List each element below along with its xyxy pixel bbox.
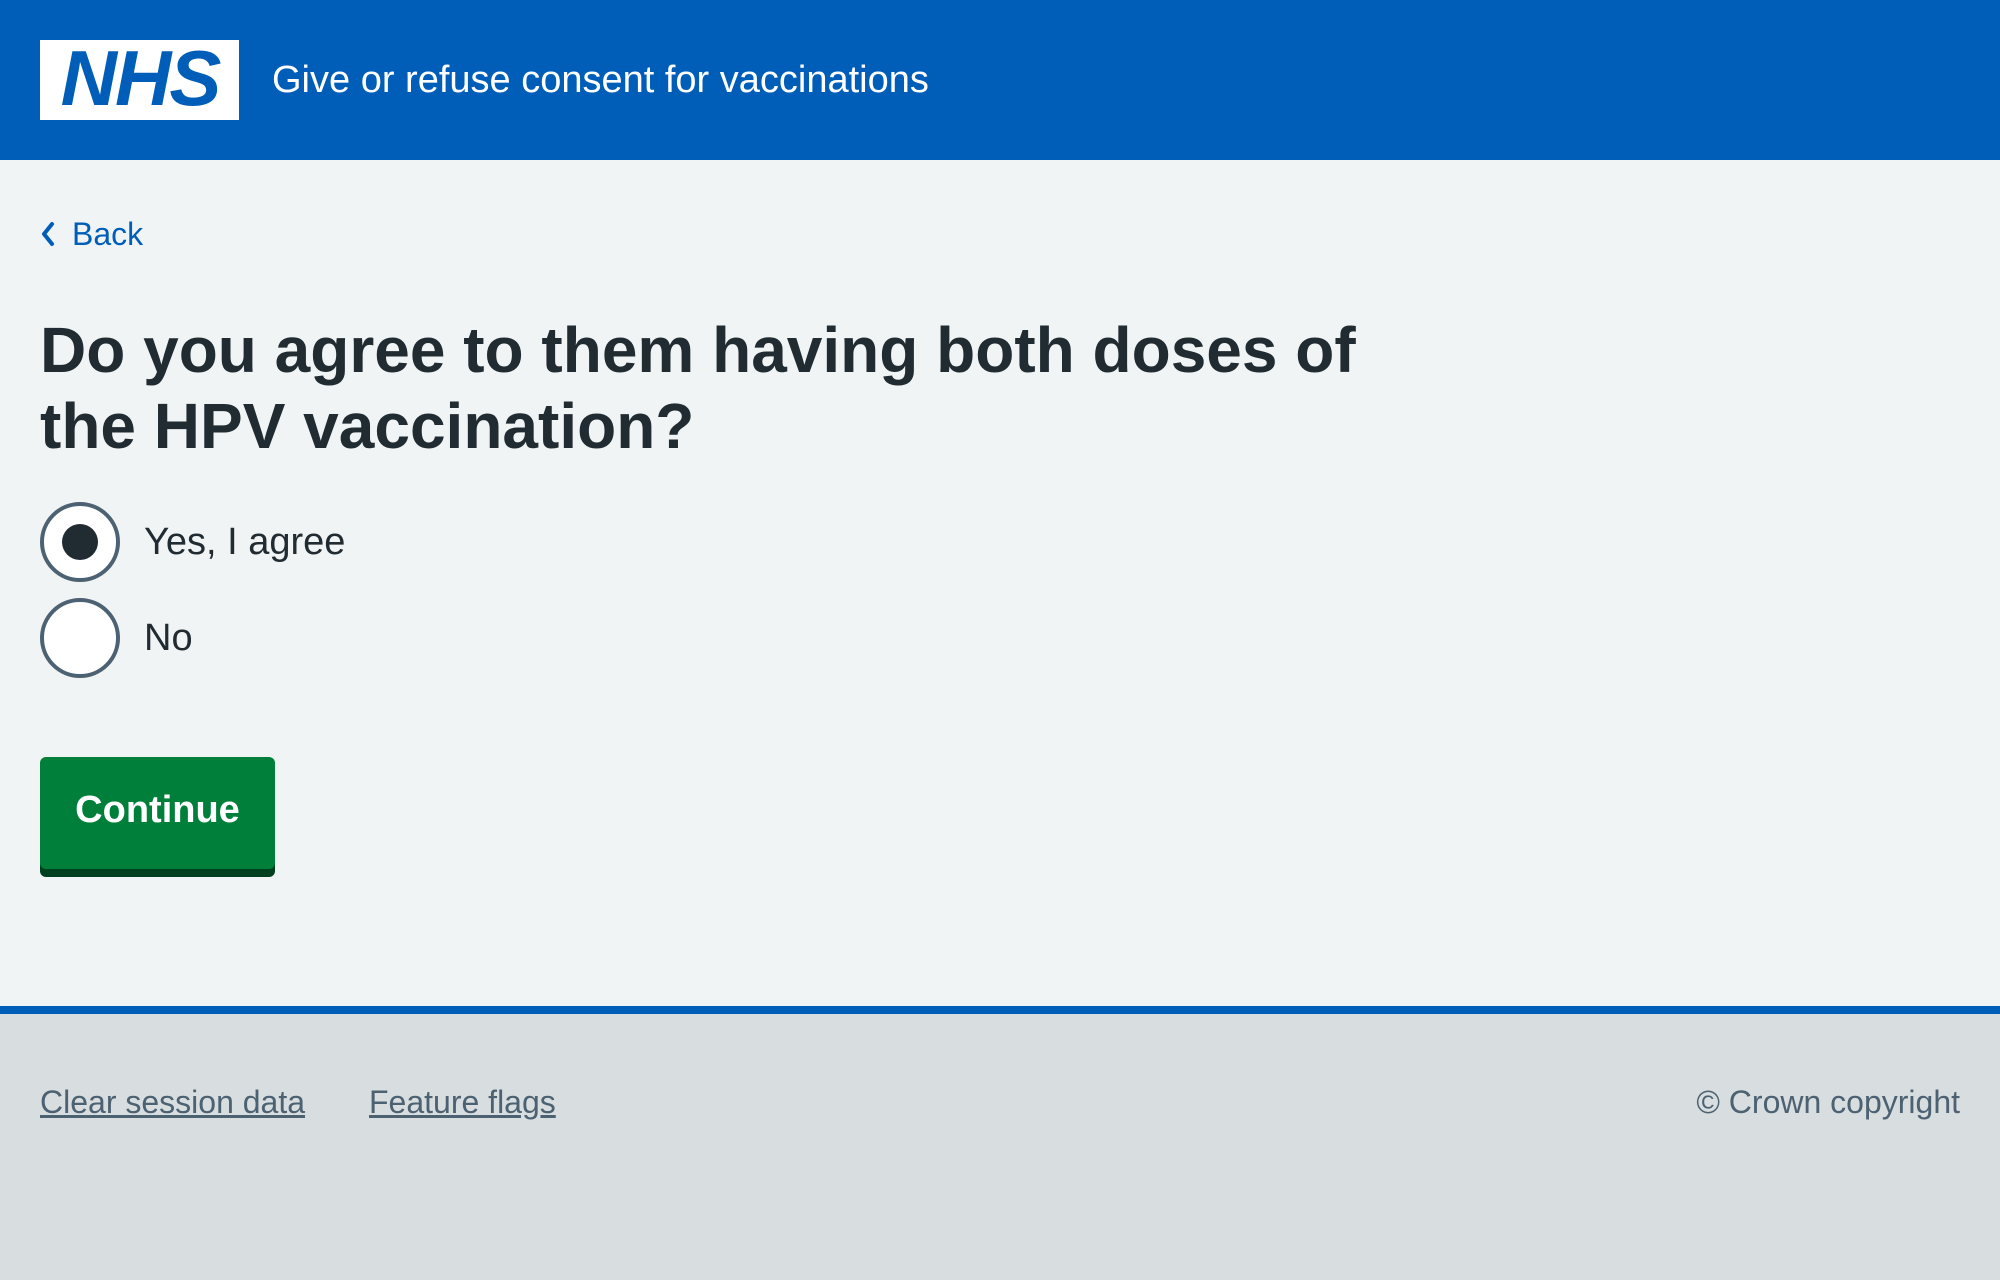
service-name[interactable]: Give or refuse consent for vaccinations	[272, 52, 929, 108]
back-link-label: Back	[72, 215, 144, 252]
continue-button[interactable]: Continue	[40, 757, 275, 869]
chevron-left-icon	[42, 222, 54, 246]
radio-button-yes[interactable]	[40, 502, 120, 582]
main-content: Back Do you agree to them having both do…	[0, 160, 2000, 1006]
site-footer: Clear session data Feature flags © Crown…	[0, 1006, 2000, 1280]
clear-session-data-link[interactable]: Clear session data	[40, 1084, 305, 1121]
radio-selected-dot	[62, 524, 98, 560]
svg-text:NHS: NHS	[60, 43, 221, 117]
nhs-logo-mark: NHS	[44, 43, 235, 117]
feature-flags-link[interactable]: Feature flags	[369, 1084, 556, 1121]
radio-label-yes[interactable]: Yes, I agree	[144, 521, 345, 564]
radio-button-no[interactable]	[40, 598, 120, 678]
radio-option-yes[interactable]: Yes, I agree	[40, 502, 345, 582]
radio-option-no[interactable]: No	[40, 598, 193, 678]
radio-label-no[interactable]: No	[144, 617, 193, 660]
nhs-logo[interactable]: NHS	[40, 40, 239, 120]
copyright-text: © Crown copyright	[1696, 1084, 1960, 1120]
question-heading: Do you agree to them having both doses o…	[40, 314, 1356, 462]
site-header: NHS Give or refuse consent for vaccinati…	[0, 0, 2000, 160]
back-link[interactable]: Back	[40, 212, 143, 256]
